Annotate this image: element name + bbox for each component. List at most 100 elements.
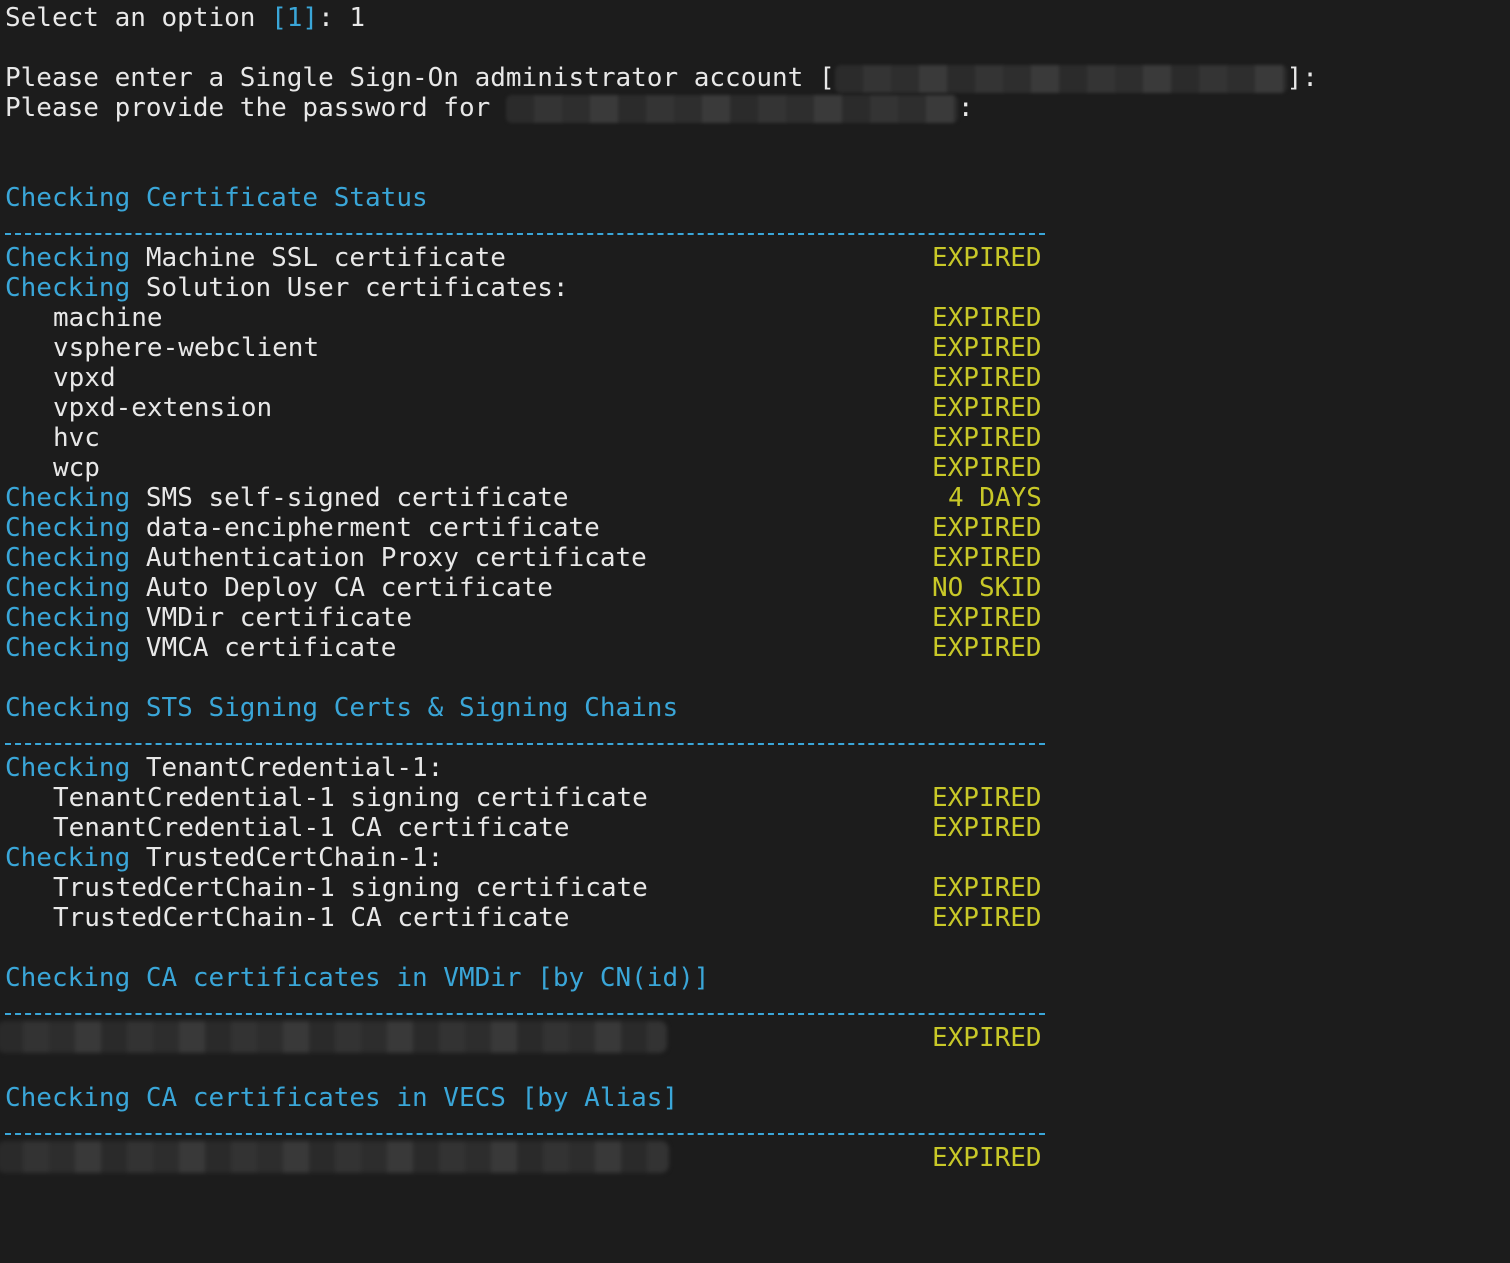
row-label: Checking VMCA certificate (5, 633, 396, 663)
row-label: TrustedCertChain-1 signing certificate (5, 873, 648, 903)
row-text: vpxd-extension (53, 393, 273, 423)
select-option-default: [1] (271, 3, 319, 33)
status-row: Checking data-encipherment certificate EX… (5, 513, 1505, 543)
row-text: vsphere-webclient (53, 333, 320, 363)
row-label: TenantCredential-1 signing certificate (5, 783, 648, 813)
row-label: Checking TenantCredential-1: (5, 753, 443, 783)
redacted-ca-alias (0, 1141, 669, 1173)
status-badge: EXPIRED (932, 873, 1042, 903)
status-badge: 4 DAYS (948, 483, 1042, 513)
status-row: Checking Authentication Proxy certificat… (5, 543, 1505, 573)
checking-prefix: Checking (5, 843, 131, 873)
row-text: SMS self-signed certificate (130, 483, 569, 513)
redacted-ca-id (0, 1021, 667, 1053)
section-title-vmdir: Checking CA certificates in VMDir [by CN… (5, 963, 710, 993)
checking-prefix: Checking (5, 603, 131, 633)
row-label: vpxd (5, 363, 116, 393)
row-text: TenantCredential-1 signing certificate (53, 783, 648, 813)
row-label: wcp (5, 453, 100, 483)
password-prompt-line: Please provide the password for : (5, 93, 1505, 123)
status-row: Checking Auto Deploy CA certificate NO SK… (5, 573, 1505, 603)
select-option-label: Select an option (5, 3, 272, 33)
terminal-output[interactable]: Select an option [1]: 1 Please enter a S… (0, 3, 1505, 1173)
row-text: Solution User certificates: (130, 273, 569, 303)
row-label: vpxd-extension (5, 393, 272, 423)
row-text: TenantCredential-1: (130, 753, 444, 783)
checking-prefix: Checking (5, 753, 131, 783)
row-text: Authentication Proxy certificate (130, 543, 647, 573)
separator-line (5, 1113, 1045, 1143)
status-row: TenantCredential-1 signing certificate EX… (5, 783, 1505, 813)
select-option-answer: : 1 (318, 3, 366, 33)
status-row: TenantCredential-1 CA certificate EXPIRED (5, 813, 1505, 843)
status-badge: EXPIRED (932, 813, 1042, 843)
row-label: Checking SMS self-signed certificate (5, 483, 569, 513)
status-badge: EXPIRED (932, 333, 1042, 363)
status-row: vpxd-extension EXPIRED (5, 393, 1505, 423)
separator-line (5, 723, 1045, 753)
row-text: TrustedCertChain-1 signing certificate (53, 873, 648, 903)
checking-prefix: Checking (5, 273, 131, 303)
status-row: vpxd EXPIRED (5, 363, 1505, 393)
status-row: hvc EXPIRED (5, 423, 1505, 453)
section-title-vecs: Checking CA certificates in VECS [by Ali… (5, 1083, 679, 1113)
sso-account-suffix: ]: (1286, 63, 1318, 93)
section-title-cert-status: Checking Certificate Status (5, 183, 428, 213)
status-row: wcp EXPIRED (5, 453, 1505, 483)
status-row: machine EXPIRED (5, 303, 1505, 333)
status-badge: EXPIRED (932, 423, 1042, 453)
status-row: Checking TrustedCertChain-1: (5, 843, 1505, 873)
status-row: Checking VMDir certificate EXPIRED (5, 603, 1505, 633)
row-text: TrustedCertChain-1: (130, 843, 444, 873)
status-row: TrustedCertChain-1 CA certificate EXPIRED (5, 903, 1505, 933)
status-row: Checking Machine SSL certificate EXPIRED (5, 243, 1505, 273)
status-row: Checking Solution User certificates: (5, 273, 1505, 303)
row-text: data-encipherment certificate (130, 513, 600, 543)
checking-prefix: Checking (5, 483, 131, 513)
vecs-ca-row: EXPIRED (0, 1141, 1505, 1173)
section-title-sts: Checking STS Signing Certs & Signing Cha… (5, 693, 679, 723)
status-row: Checking TenantCredential-1: (5, 753, 1505, 783)
row-text: vpxd (53, 363, 116, 393)
status-row: Checking VMCA certificate EXPIRED (5, 633, 1505, 663)
status-badge: EXPIRED (932, 453, 1042, 483)
row-text: hvc (53, 423, 100, 453)
row-label: Checking data-encipherment certificate (5, 513, 600, 543)
row-label: machine (5, 303, 163, 333)
status-badge: NO SKID (932, 573, 1042, 603)
cert-status-list: Checking Machine SSL certificate EXPIRED C… (5, 243, 1505, 663)
select-option-line: Select an option [1]: 1 (5, 3, 1505, 33)
row-label: hvc (5, 423, 100, 453)
row-label: Checking Solution User certificates: (5, 273, 569, 303)
status-row: TrustedCertChain-1 signing certificate EX… (5, 873, 1505, 903)
status-badge: EXPIRED (932, 1143, 1042, 1173)
status-badge: EXPIRED (932, 243, 1042, 273)
sso-account-label: Please enter a Single Sign-On administra… (5, 63, 835, 93)
sts-status-list: Checking TenantCredential-1: TenantCreden… (5, 753, 1505, 933)
row-label: vsphere-webclient (5, 333, 319, 363)
row-label: TenantCredential-1 CA certificate (5, 813, 570, 843)
checking-prefix: Checking (5, 243, 131, 273)
checking-prefix: Checking (5, 633, 131, 663)
checking-prefix: Checking (5, 573, 131, 603)
row-text: Auto Deploy CA certificate (130, 573, 553, 603)
row-label: Checking TrustedCertChain-1: (5, 843, 443, 873)
status-row: Checking SMS self-signed certificate 4 DA… (5, 483, 1505, 513)
status-badge: EXPIRED (932, 393, 1042, 423)
row-label: Checking Authentication Proxy certificat… (5, 543, 647, 573)
status-row: vsphere-webclient EXPIRED (5, 333, 1505, 363)
password-prompt-suffix: : (957, 93, 974, 123)
checking-prefix: Checking (5, 543, 131, 573)
status-badge: EXPIRED (932, 303, 1042, 333)
separator-line (5, 213, 1045, 243)
row-text: machine (53, 303, 163, 333)
separator-line (5, 993, 1045, 1023)
row-label: Checking Auto Deploy CA certificate (5, 573, 553, 603)
status-badge: EXPIRED (932, 1023, 1042, 1053)
row-text: wcp (53, 453, 100, 483)
row-text: TenantCredential-1 CA certificate (53, 813, 570, 843)
row-text: VMDir certificate (130, 603, 412, 633)
